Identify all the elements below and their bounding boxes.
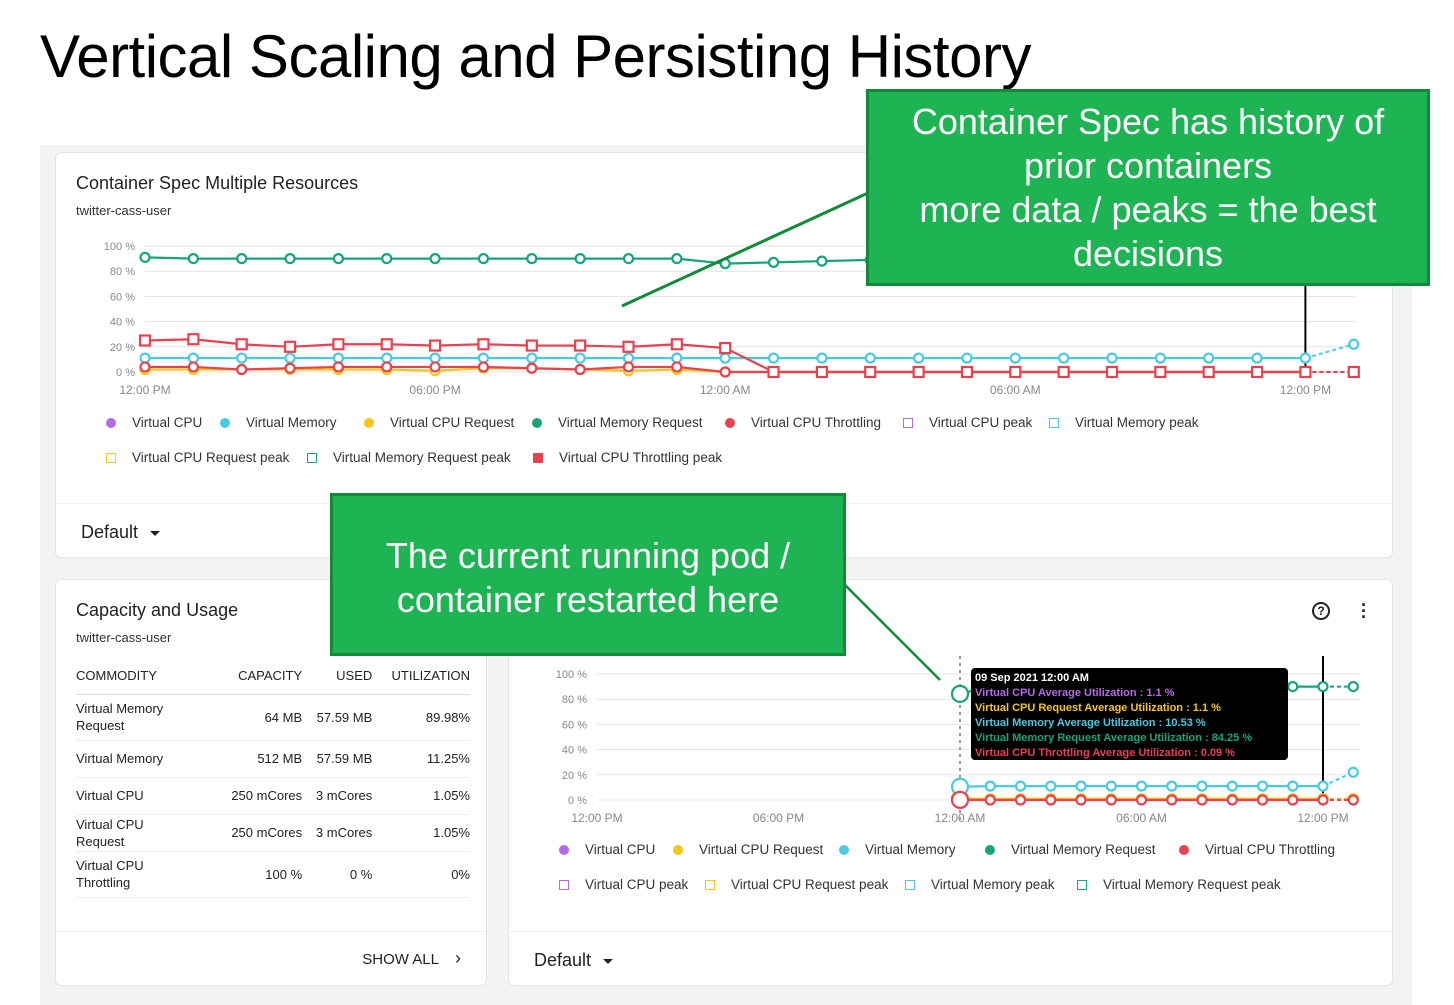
callout-pointer-line xyxy=(622,193,868,306)
callout-line: container restarted here xyxy=(333,578,843,622)
callout-line: decisions xyxy=(869,232,1427,276)
callout-history: Container Spec has history ofprior conta… xyxy=(866,89,1430,286)
callout-line: more data / peaks = the best xyxy=(869,188,1427,232)
callout-line: The current running pod / xyxy=(333,534,843,578)
callout-line: Container Spec has history of xyxy=(869,100,1427,144)
callout-restart: The current running pod /container resta… xyxy=(330,493,846,656)
callout-pointer-line xyxy=(845,585,940,680)
callout-line: prior containers xyxy=(869,144,1427,188)
